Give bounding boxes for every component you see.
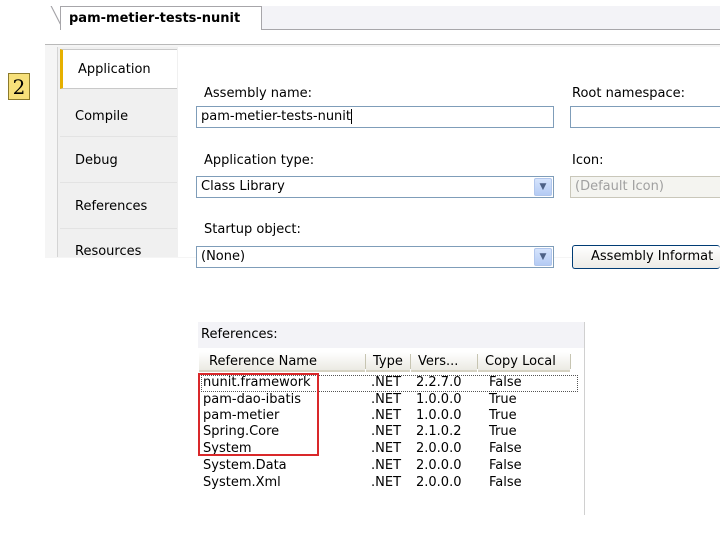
- reference-version-cell: 2.0.0.0: [416, 458, 462, 473]
- reference-type-cell: .NET: [371, 458, 402, 473]
- reference-copy-local-cell: True: [489, 408, 517, 423]
- document-tab[interactable]: pam-metier-tests-nunit: [60, 6, 262, 30]
- reference-version-cell: 1.0.0.0: [416, 392, 462, 407]
- tab-debug[interactable]: Debug: [60, 141, 177, 181]
- reference-type-cell: .NET: [371, 408, 402, 423]
- tab-resources[interactable]: Resources: [60, 232, 177, 272]
- application-type-label: Application type:: [204, 153, 315, 168]
- tab-compile[interactable]: Compile: [60, 97, 177, 137]
- tab-application[interactable]: Application: [60, 49, 177, 89]
- step-number-badge: 2: [8, 73, 30, 100]
- chevron-down-icon[interactable]: ▼: [534, 248, 552, 266]
- reference-version-cell: 2.0.0.0: [416, 441, 462, 456]
- column-header-label: Reference Name: [209, 354, 317, 369]
- tab-separator: [60, 182, 177, 183]
- startup-object-value: (None): [201, 249, 246, 264]
- tab-label: Compile: [75, 109, 129, 124]
- assembly-name-label: Assembly name:: [204, 86, 313, 101]
- icon-combo: (Default Icon): [570, 176, 720, 198]
- reference-copy-local-cell: True: [489, 424, 517, 439]
- column-header-copy-local[interactable]: Copy Local: [478, 352, 570, 372]
- reference-copy-local-cell: False: [489, 375, 522, 390]
- reference-version-cell: 2.1.0.2: [416, 424, 462, 439]
- tab-references[interactable]: References: [60, 187, 177, 227]
- column-separator[interactable]: [570, 354, 571, 369]
- references-title: References:: [201, 327, 278, 342]
- tab-strip-background: [262, 6, 720, 29]
- highlight-annotation-box: [198, 373, 319, 456]
- reference-version-cell: 2.0.0.0: [416, 475, 462, 490]
- application-type-value: Class Library: [201, 179, 285, 194]
- column-header-label: Type: [373, 354, 403, 369]
- reference-name-cell: System.Xml: [203, 475, 281, 490]
- reference-type-cell: .NET: [371, 441, 402, 456]
- application-type-combo[interactable]: Class Library ▼: [196, 176, 554, 198]
- reference-copy-local-cell: False: [489, 441, 522, 456]
- references-list-edge: [584, 322, 585, 515]
- reference-name-cell: System.Data: [203, 458, 287, 473]
- chevron-down-icon[interactable]: ▼: [534, 178, 552, 196]
- reference-copy-local-cell: True: [489, 392, 517, 407]
- column-header-label: Copy Local: [485, 354, 556, 369]
- tab-label: Debug: [75, 153, 118, 168]
- tab-label: Application: [78, 62, 151, 77]
- tab-label: Resources: [75, 244, 142, 259]
- document-tab-title: pam-metier-tests-nunit: [69, 11, 241, 26]
- reference-version-cell: 2.2.7.0: [416, 375, 462, 390]
- root-namespace-input[interactable]: [570, 106, 720, 128]
- reference-version-cell: 1.0.0.0: [416, 408, 462, 423]
- text-caret: ​: [351, 109, 353, 124]
- reference-type-cell: .NET: [371, 475, 402, 490]
- reference-type-cell: .NET: [371, 392, 402, 407]
- reference-type-cell: .NET: [371, 375, 402, 390]
- tab-strip-divider: [262, 29, 720, 30]
- reference-copy-local-cell: False: [489, 458, 522, 473]
- startup-object-label: Startup object:: [204, 222, 301, 237]
- icon-value: (Default Icon): [575, 179, 664, 194]
- reference-copy-local-cell: False: [489, 475, 522, 490]
- column-header-label: Vers...: [418, 354, 459, 369]
- icon-label: Icon:: [572, 153, 604, 168]
- startup-object-combo[interactable]: (None) ▼: [196, 246, 554, 268]
- tab-label: References: [75, 199, 148, 214]
- column-header-type[interactable]: Type: [366, 352, 410, 372]
- assembly-information-button[interactable]: Assembly Informat: [572, 245, 720, 269]
- assembly-name-value: pam-metier-tests-nunit: [201, 109, 352, 124]
- column-header-reference-name[interactable]: Reference Name: [199, 352, 365, 372]
- reference-type-cell: .NET: [371, 424, 402, 439]
- tab-separator: [60, 228, 177, 229]
- root-namespace-label: Root namespace:: [572, 86, 685, 101]
- assembly-name-input[interactable]: pam-metier-tests-nunit​: [196, 106, 554, 128]
- column-header-version[interactable]: Vers...: [411, 352, 477, 372]
